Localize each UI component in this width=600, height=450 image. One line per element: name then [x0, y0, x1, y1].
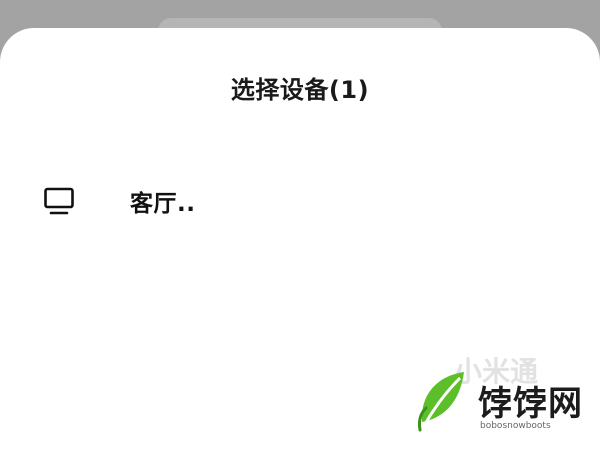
watermark-brand: 饽饽网	[478, 384, 583, 424]
leaf-logo-icon	[418, 372, 464, 432]
sheet-title: 选择设备(1)	[230, 76, 370, 104]
tv-icon	[42, 184, 76, 218]
device-item-living-room[interactable]: 客厅..	[22, 173, 578, 229]
device-name: 客厅..	[130, 191, 196, 217]
watermark: 小米通 饽饽网 bobosnowboots	[414, 355, 586, 442]
watermark-url: bobosnowboots	[480, 421, 551, 431]
